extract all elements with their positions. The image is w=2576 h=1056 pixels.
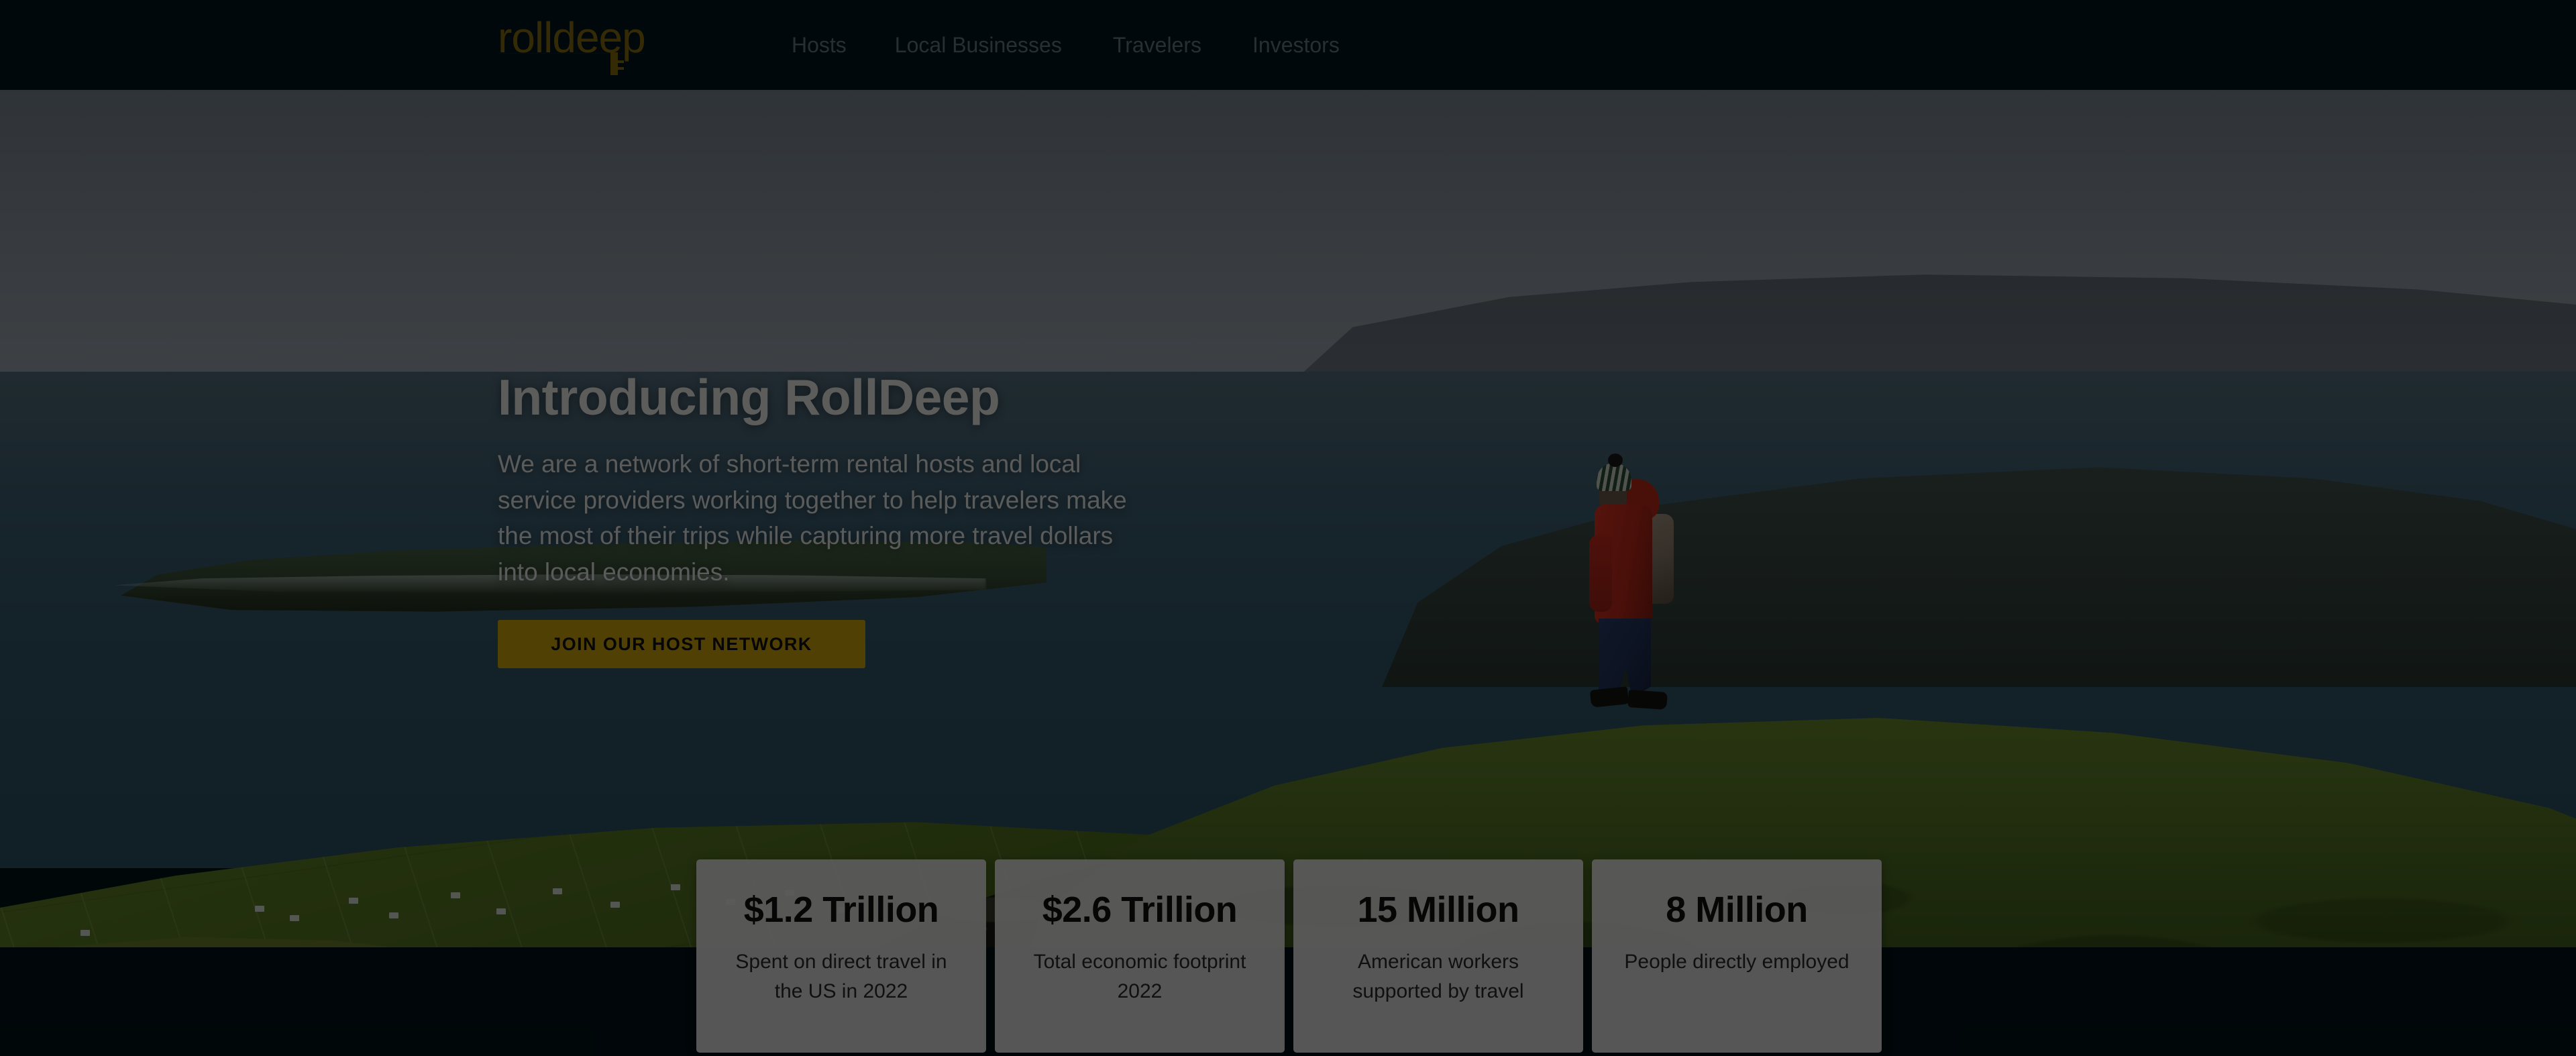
nav-item-investors[interactable]: Investors bbox=[1252, 0, 1340, 90]
stat-card-direct-travel-spend: $1.2 Trillion Spent on direct travel in … bbox=[696, 859, 986, 1053]
hero-background-image bbox=[0, 90, 2576, 947]
hiker-legs bbox=[1599, 619, 1651, 698]
hero-copy: Introducing RollDeep We are a network of… bbox=[498, 370, 1169, 668]
page-root: rolldeep Hosts Local Businesses Traveler… bbox=[0, 0, 2576, 1056]
stat-value: 8 Million bbox=[1666, 890, 1808, 930]
hero-section: Introducing RollDeep We are a network of… bbox=[0, 90, 2576, 947]
brand-logo-text: rolldeep bbox=[498, 13, 646, 62]
stat-value: $1.2 Trillion bbox=[743, 890, 939, 930]
stat-value: $2.6 Trillion bbox=[1042, 890, 1238, 930]
hero-subtitle: We are a network of short-term rental ho… bbox=[498, 450, 1127, 586]
hero-title: Introducing RollDeep bbox=[498, 369, 1000, 425]
hiker-boot-rear bbox=[1589, 686, 1629, 708]
stat-card-directly-employed: 8 Million People directly employed bbox=[1592, 859, 1882, 1053]
stat-card-economic-footprint: $2.6 Trillion Total economic footprint 2… bbox=[995, 859, 1285, 1053]
join-host-network-button[interactable]: JOIN OUR HOST NETWORK bbox=[498, 619, 865, 668]
stat-label: American workers supported by travel bbox=[1352, 951, 1524, 1002]
hiker-beanie-pom bbox=[1608, 454, 1623, 467]
stat-card-supported-workers: 15 Million American workers supported by… bbox=[1293, 859, 1583, 1053]
nav-item-local-businesses[interactable]: Local Businesses bbox=[895, 0, 1062, 90]
nav-item-travelers[interactable]: Travelers bbox=[1113, 0, 1201, 90]
hiker-arm bbox=[1589, 534, 1612, 612]
hiker-figure bbox=[1566, 452, 1674, 734]
nav-item-hosts[interactable]: Hosts bbox=[792, 0, 847, 90]
brand-logo[interactable]: rolldeep bbox=[498, 11, 646, 78]
stat-label: People directly employed bbox=[1624, 951, 1849, 973]
stats-row: $1.2 Trillion Spent on direct travel in … bbox=[696, 859, 1893, 1056]
site-header: rolldeep Hosts Local Businesses Traveler… bbox=[0, 0, 2576, 90]
key-icon bbox=[610, 52, 624, 75]
main-nav: Hosts Local Businesses Travelers Investo… bbox=[792, 0, 1340, 90]
stat-label: Total economic footprint 2022 bbox=[1033, 951, 1246, 1002]
hiker-beanie bbox=[1597, 463, 1631, 491]
stat-label: Spent on direct travel in the US in 2022 bbox=[735, 951, 947, 1002]
stat-value: 15 Million bbox=[1357, 890, 1519, 930]
hiker-boot-front bbox=[1627, 690, 1668, 710]
